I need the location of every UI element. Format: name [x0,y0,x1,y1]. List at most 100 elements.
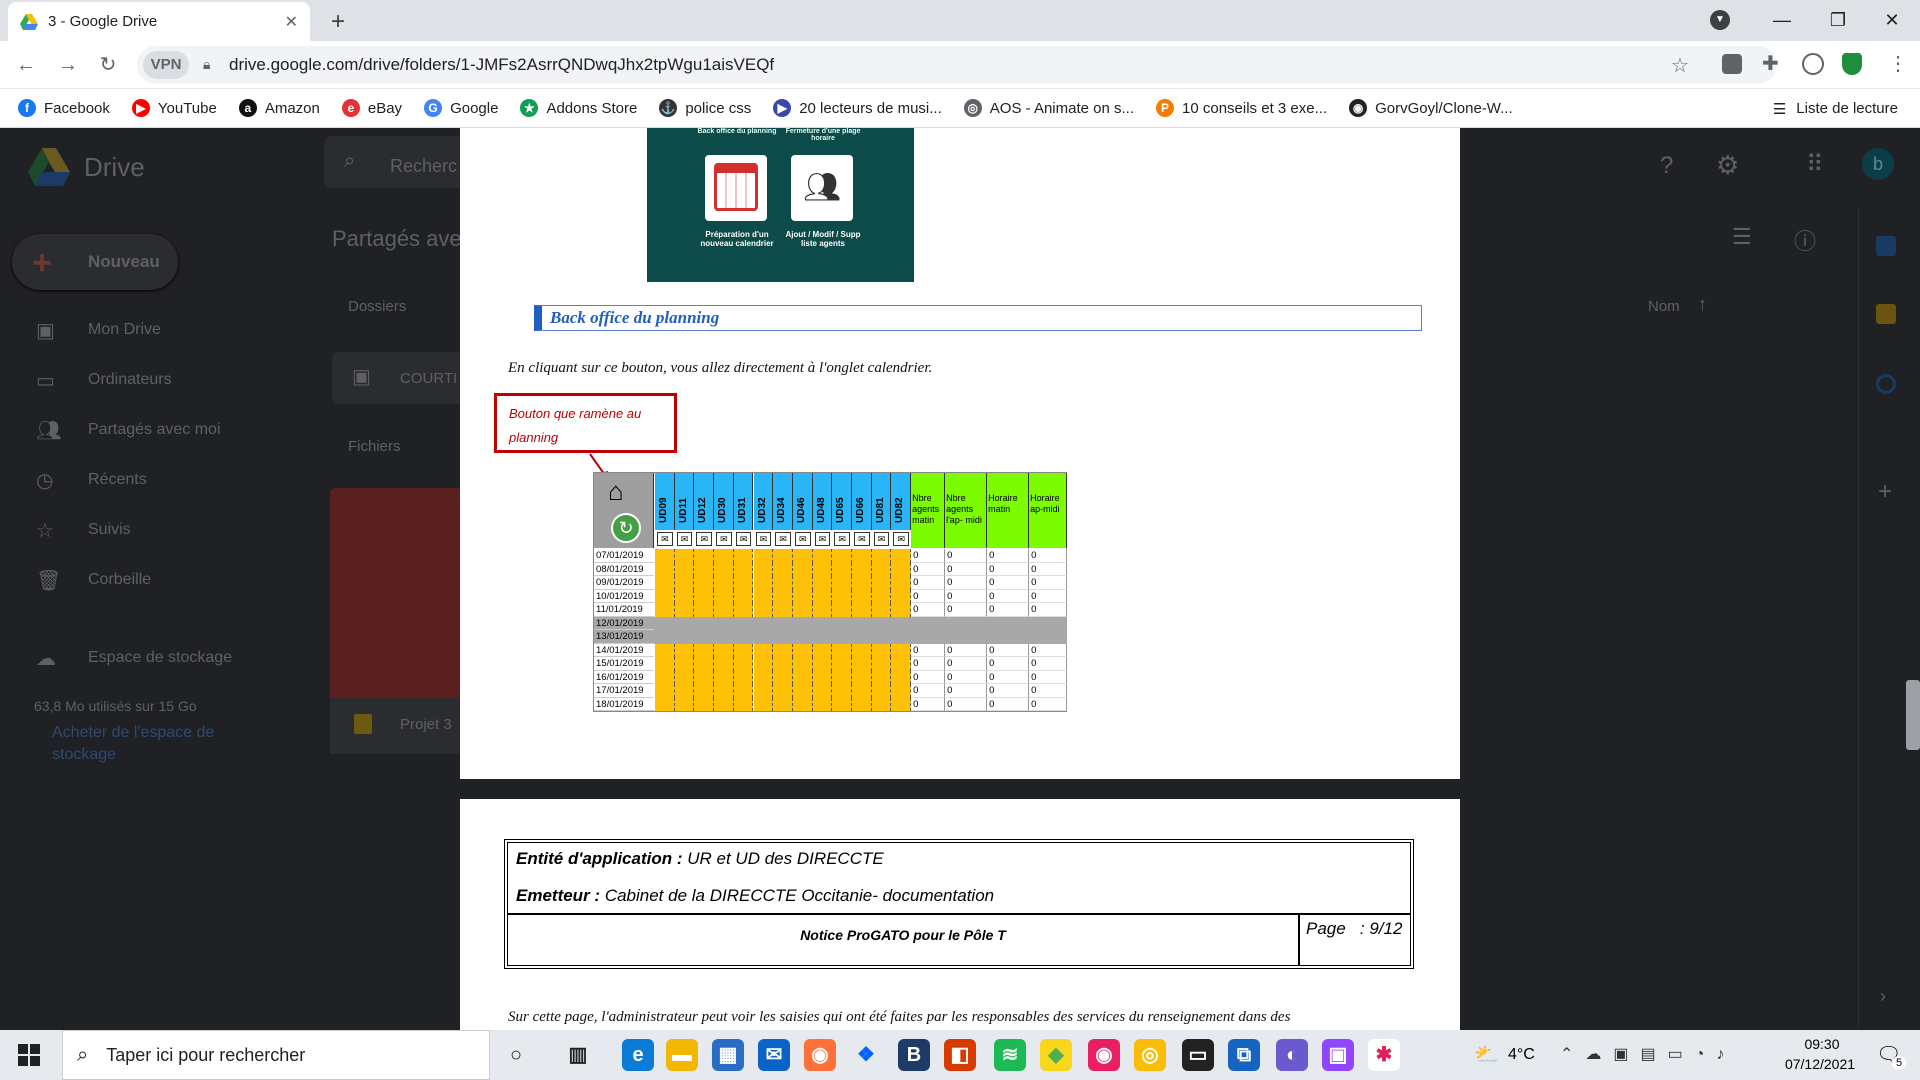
refresh-icon[interactable]: ↻ [611,513,641,543]
chrome-icon[interactable]: ◎ [1134,1039,1166,1071]
bookmark-6[interactable]: ⚓ police css [659,99,751,117]
tray-icons[interactable]: ⌃☁▣▤▭◔♪ [1560,1044,1736,1064]
ud-label: UD31 [736,497,748,523]
b-app-icon[interactable]: B [898,1039,930,1071]
bookmark-10[interactable]: ◉ GorvGoyl/Clone-W... [1349,99,1513,117]
nav-item-0[interactable]: ▣ Mon Drive [0,308,260,352]
task-switch-icon[interactable]: ▥ [562,1039,594,1071]
reading-list-icon: ☰ [1772,100,1787,118]
extensions-puzzle-icon[interactable]: ✚ [1762,51,1779,76]
bookmark-9[interactable]: P 10 conseils et 3 exe... [1156,99,1327,117]
ud-cell [792,657,813,671]
bookmark-4[interactable]: G Google [424,99,498,117]
clock-date[interactable]: 07/12/2021 [1770,1056,1870,1072]
restore-icon[interactable]: ❐ [1810,0,1866,40]
firefox-icon[interactable]: ◉ [804,1039,836,1071]
office-icon[interactable]: ◧ [944,1039,976,1071]
tasks-addon-icon[interactable] [1876,374,1896,394]
date-cell: 12/01/2019 [594,616,654,630]
messenger-icon[interactable]: ◐ [1276,1039,1308,1071]
spotify-icon[interactable]: ≋ [994,1039,1026,1071]
bookmark-1[interactable]: ▶ YouTube [131,99,217,117]
bookmark-0[interactable]: f Facebook [18,99,110,117]
ud-cell [674,684,695,698]
help-icon[interactable]: ? [1660,152,1673,180]
edge-icon[interactable]: e [622,1039,654,1071]
nav-item-3[interactable]: ◷ Récents [0,458,260,502]
minimize-icon[interactable]: — [1754,0,1810,40]
forward-icon[interactable]: → [52,49,84,81]
menu-kebab-icon[interactable]: ⋮ [1888,51,1908,76]
add-addon-icon[interactable]: + [1878,478,1892,506]
tab-search-icon[interactable]: ▼ [1710,10,1730,30]
store-icon[interactable]: ▦ [712,1039,744,1071]
browser-tab[interactable]: 3 - Google Drive ✕ [8,2,310,41]
profile-icon[interactable] [1802,53,1824,75]
sort-label[interactable]: Nom [1648,298,1680,315]
home-icon[interactable]: ⌂ [608,477,624,505]
vscode-icon[interactable]: ⧉ [1228,1039,1260,1071]
windows-start-icon[interactable] [18,1044,40,1066]
bookmark-7[interactable]: ▶ 20 lecteurs de musi... [773,99,942,117]
task-view-icon[interactable]: ○ [500,1039,532,1071]
taskbar-search[interactable]: ⌕ Taper ici pour rechercher [62,1030,490,1080]
sort-arrow-icon[interactable]: ↑ [1698,294,1707,315]
zero-cell: 0 [1029,657,1068,671]
security-extension-icon[interactable] [1842,53,1862,75]
kite-icon[interactable]: ◆ [1040,1039,1072,1071]
nav-item-4[interactable]: ☆ Suivis [0,508,260,552]
ud-cell [891,549,912,563]
nav-item-6[interactable]: ☁ Espace de stockage [0,636,260,680]
keep-addon-icon[interactable] [1876,304,1896,324]
ud-cell [792,589,813,603]
file-explorer-icon[interactable]: ▬ [666,1039,698,1071]
bookmark-3[interactable]: e eBay [341,99,402,117]
terminal-icon[interactable]: ▭ [1182,1039,1214,1071]
bookmark-5[interactable]: ★ Addons Store [520,99,637,117]
mail-icon[interactable]: ✉ [758,1039,790,1071]
clock-time[interactable]: 09:30 [1792,1036,1852,1052]
ud-cell [852,684,872,698]
ud-label: UD82 [894,497,906,523]
reload-icon[interactable]: ↻ [92,49,124,81]
back-icon[interactable]: ← [10,49,42,81]
expand-panel-icon[interactable]: › [1880,986,1886,1007]
bookmark-8[interactable]: ◎ AOS - Animate on s... [963,99,1134,117]
zero-cell: 0 [987,562,1030,576]
app-red-icon[interactable]: ◉ [1088,1039,1120,1071]
bookmark-star-icon[interactable]: ☆ [1671,53,1689,78]
bookmark-2[interactable]: a Amazon [238,99,320,117]
buy-storage-button[interactable]: Acheter de l'espace de stockage [52,722,252,766]
address-bar[interactable]: VPN 🔒︎ drive.google.com/drive/folders/1-… [137,46,1777,84]
apps-grid-icon[interactable]: ⠿ [1806,150,1824,179]
ud-cell [852,549,872,563]
list-view-icon[interactable]: ☰ [1732,224,1752,250]
file-thumbnail[interactable] [330,488,460,698]
lock-icon[interactable]: 🔒︎ [203,56,210,73]
dropbox-icon[interactable]: ❖ [850,1039,882,1071]
vpn-badge[interactable]: VPN [143,51,189,79]
ud-cell [832,549,852,563]
account-avatar[interactable]: b [1862,148,1894,180]
info-icon[interactable]: ⓘ [1794,224,1816,256]
slack-icon[interactable]: ✱ [1368,1039,1400,1071]
nav-item-1[interactable]: ▭ Ordinateurs [0,358,260,402]
close-tab-icon[interactable]: ✕ [285,12,298,32]
envelope-icon: ✉ [834,532,850,546]
scrollbar-thumb[interactable] [1906,680,1920,750]
weather-temp[interactable]: 4°C [1508,1046,1535,1064]
new-tab-button[interactable]: + [324,8,352,36]
weather-icon[interactable]: ⛅ [1474,1042,1499,1067]
url-text[interactable]: drive.google.com/drive/folders/1-JMFs2As… [229,55,774,75]
calendar-addon-icon[interactable] [1876,236,1896,256]
extension-shield-icon[interactable] [1722,54,1742,74]
ud-cell [753,657,774,671]
nav-item-2[interactable]: 👥︎ Partagés avec moi [0,408,260,452]
ud-cell [733,589,754,603]
settings-gear-icon[interactable]: ⚙ [1716,150,1739,181]
twitch-icon[interactable]: ▣ [1322,1039,1354,1071]
reading-list-button[interactable]: ☰ Liste de lecture [1773,89,1898,128]
drive-logo-icon[interactable] [28,148,70,186]
close-window-icon[interactable]: ✕ [1864,0,1920,40]
nav-item-5[interactable]: 🗑︎ Corbeille [0,558,260,602]
